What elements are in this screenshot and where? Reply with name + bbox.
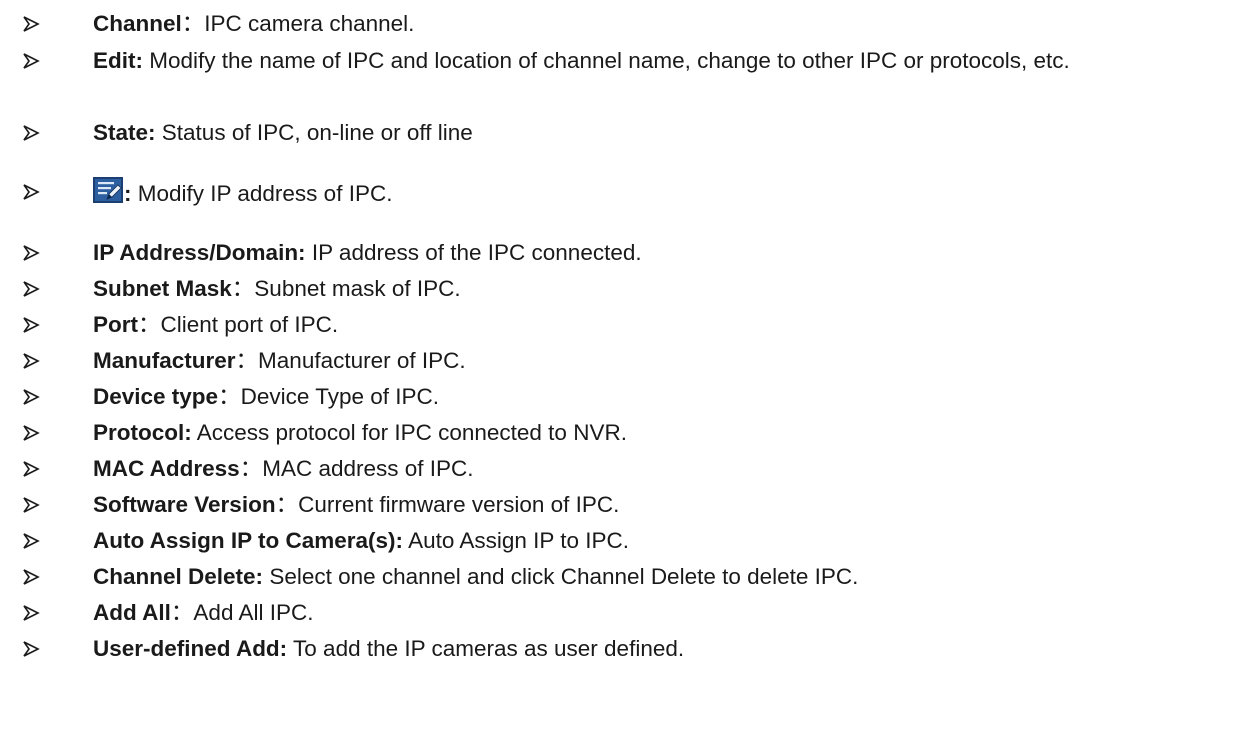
- term: Auto Assign IP to Camera(s):: [93, 528, 404, 553]
- description: Modify the name of IPC and location of c…: [149, 48, 1070, 73]
- term: Edit:: [93, 48, 143, 73]
- separator: ：: [138, 312, 161, 337]
- description: Status of IPC, on-line or off line: [161, 120, 473, 145]
- description: Subnet mask of IPC.: [254, 276, 461, 301]
- arrowhead-bullet-icon: [22, 183, 40, 201]
- arrowhead-bullet-icon: [22, 280, 40, 298]
- description: Current firmware version of IPC.: [298, 492, 620, 517]
- arrowhead-bullet-icon: [22, 52, 40, 70]
- edit-icon: [93, 177, 123, 203]
- description: IP address of the IPC connected.: [311, 240, 642, 265]
- term: Port: [93, 312, 138, 337]
- arrowhead-bullet-icon: [22, 604, 40, 622]
- description: Auto Assign IP to IPC.: [408, 528, 630, 553]
- description: Client port of IPC.: [160, 312, 339, 337]
- description: Add All IPC.: [193, 600, 314, 625]
- arrowhead-bullet-icon: [22, 244, 40, 262]
- arrowhead-bullet-icon: [22, 496, 40, 514]
- description: Access protocol for IPC connected to NVR…: [196, 420, 627, 445]
- arrowhead-bullet-icon: [22, 352, 40, 370]
- description: Select one channel and click Channel Del…: [269, 564, 859, 589]
- arrowhead-bullet-icon: [22, 532, 40, 550]
- term: Software Version: [93, 492, 276, 517]
- arrowhead-bullet-icon: [22, 640, 40, 658]
- arrowhead-bullet-icon: [22, 568, 40, 586]
- term: Subnet Mask: [93, 276, 232, 301]
- term: Add All: [93, 600, 171, 625]
- term: MAC Address: [93, 456, 240, 481]
- description: Manufacturer of IPC.: [258, 348, 466, 373]
- term: Channel: [93, 11, 182, 36]
- arrowhead-bullet-icon: [22, 388, 40, 406]
- arrowhead-bullet-icon: [22, 15, 40, 33]
- description: Device Type of IPC.: [240, 384, 440, 409]
- separator: ：: [239, 456, 263, 481]
- separator: ：: [231, 276, 255, 301]
- description: MAC address of IPC.: [262, 456, 474, 481]
- arrowhead-bullet-icon: [22, 124, 40, 142]
- term: User-defined Add:: [93, 636, 288, 661]
- description: To add the IP cameras as user defined.: [293, 636, 685, 661]
- separator: ：: [235, 348, 259, 373]
- arrowhead-bullet-icon: [22, 460, 40, 478]
- term: Device type: [93, 384, 219, 409]
- description: Modify IP address of IPC.: [137, 181, 393, 206]
- arrowhead-bullet-icon: [22, 424, 40, 442]
- term: IP Address/Domain:: [93, 240, 306, 265]
- description: IPC camera channel.: [204, 11, 415, 36]
- separator: ：: [218, 384, 241, 409]
- term: Protocol:: [93, 420, 192, 445]
- separator: ：: [275, 492, 299, 517]
- term: Manufacturer: [93, 348, 236, 373]
- separator: ：: [181, 11, 205, 36]
- term: :: [124, 181, 132, 206]
- arrowhead-bullet-icon: [22, 316, 40, 334]
- term: Channel Delete:: [93, 564, 264, 589]
- term: State:: [93, 120, 156, 145]
- separator: ：: [170, 600, 194, 625]
